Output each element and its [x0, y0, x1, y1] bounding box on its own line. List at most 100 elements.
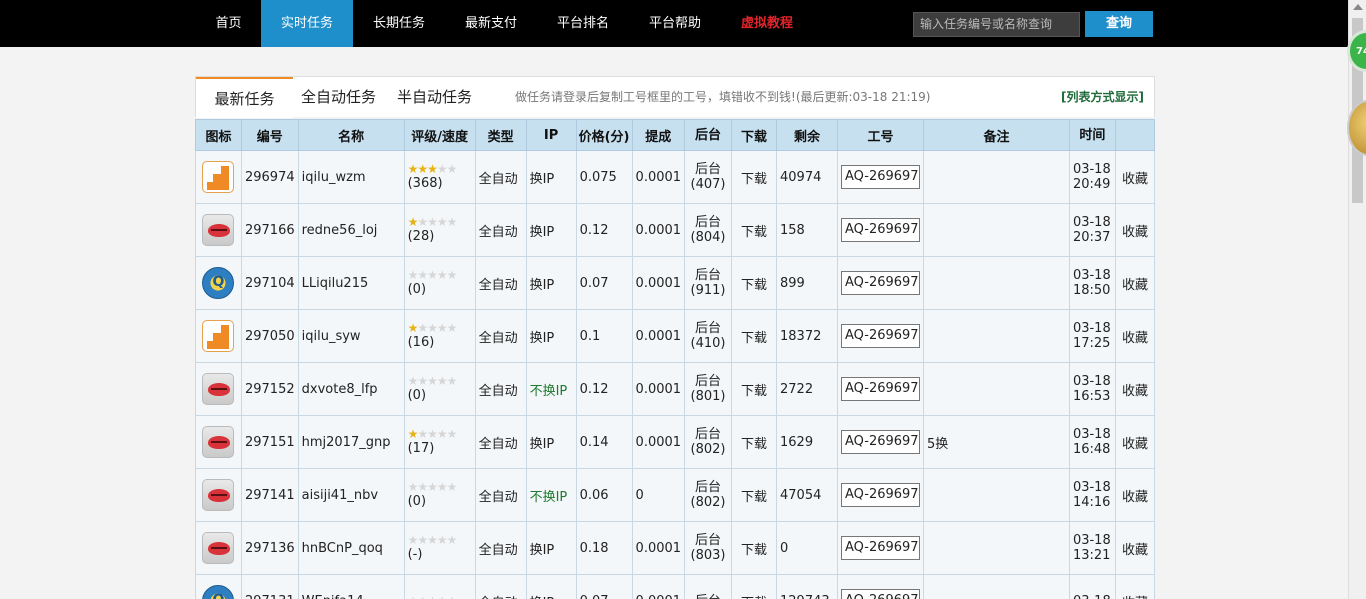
favorite-link[interactable]: 收藏	[1114, 256, 1156, 310]
nav-item-virtual-tutorial[interactable]: 虚拟教程	[721, 0, 813, 47]
backend-label[interactable]: 后台	[695, 594, 721, 599]
task-backend-link[interactable]: 后台 (802)	[684, 415, 733, 469]
task-icon-cell	[195, 415, 242, 469]
download-link[interactable]: 下载	[731, 574, 778, 599]
task-name[interactable]: redne56_loj	[297, 203, 405, 257]
backend-label[interactable]: 后台	[695, 533, 721, 548]
qh-app-icon	[202, 267, 235, 299]
favorite-link[interactable]: 收藏	[1114, 150, 1156, 204]
task-date: 03-18	[1072, 268, 1111, 283]
download-link[interactable]: 下载	[731, 309, 778, 363]
download-link[interactable]: 下载	[731, 362, 778, 416]
task-name[interactable]: WEnifa14	[297, 574, 405, 599]
backend-label[interactable]: 后台	[695, 268, 721, 283]
task-ip: 换IP	[525, 150, 577, 204]
star-rating: ★★★★★	[408, 534, 472, 547]
star-icon: ★	[417, 321, 428, 335]
task-icon-cell	[195, 521, 242, 575]
task-name[interactable]: dxvote8_lfp	[297, 362, 405, 416]
favorite-link[interactable]: 收藏	[1114, 309, 1156, 363]
favorite-link[interactable]: 收藏	[1114, 521, 1156, 575]
work-id-field[interactable]: AQ-269697	[841, 430, 920, 454]
task-backend-link[interactable]: 后台 (803)	[684, 521, 733, 575]
work-id-field[interactable]: AQ-269697	[841, 377, 920, 401]
nav-item-latest-payments[interactable]: 最新支付	[445, 0, 537, 47]
star-icon: ★	[408, 594, 419, 599]
task-name[interactable]: iqilu_syw	[297, 309, 405, 363]
task-date: 03-18	[1072, 427, 1111, 442]
task-ip: 换IP	[525, 415, 577, 469]
task-backend-link[interactable]: 后台 (801)	[684, 362, 733, 416]
task-backend-link[interactable]: 后台 (804)	[684, 203, 733, 257]
nav-item-realtime-tasks[interactable]: 实时任务	[261, 0, 353, 47]
task-date: 03-18	[1072, 374, 1111, 389]
task-rating: ★★★★★ (17)	[403, 415, 476, 469]
task-clock: 16:48	[1072, 442, 1111, 457]
task-name[interactable]: hnBCnP_qoq	[297, 521, 405, 575]
nav-item-home[interactable]: 首页	[196, 0, 261, 47]
search-input[interactable]: 输入任务编号或名称查询	[913, 12, 1080, 37]
task-name[interactable]: iqilu_wzm	[297, 150, 405, 204]
tab-latest-tasks[interactable]: 最新任务	[196, 77, 293, 118]
task-note	[923, 309, 1070, 363]
task-backend-link[interactable]: 后台 (802)	[684, 468, 733, 522]
scroll-up-arrow-icon[interactable]	[1353, 4, 1363, 10]
favorite-link[interactable]: 收藏	[1114, 203, 1156, 257]
list-view-toggle[interactable]: [列表方式显示]	[1061, 77, 1144, 117]
favorite-link[interactable]: 收藏	[1114, 574, 1156, 599]
backend-label[interactable]: 后台	[695, 427, 721, 442]
star-rating: ★★★★★	[408, 375, 472, 388]
download-link[interactable]: 下载	[731, 150, 778, 204]
task-name[interactable]: LLiqilu215	[297, 256, 405, 310]
download-link[interactable]: 下载	[731, 256, 778, 310]
task-clock: 13:21	[1072, 548, 1111, 563]
download-link[interactable]: 下载	[731, 468, 778, 522]
work-id-field[interactable]: AQ-269697	[841, 271, 920, 295]
star-icon: ★	[446, 427, 458, 441]
download-link[interactable]: 下载	[731, 203, 778, 257]
task-rating: ★★★★★ (368)	[403, 150, 476, 204]
star-icon: ★	[436, 268, 448, 282]
nav-item-platform-help[interactable]: 平台帮助	[629, 0, 721, 47]
search-button[interactable]: 查询	[1085, 11, 1153, 37]
task-remaining: 899	[776, 256, 838, 310]
task-type: 全自动	[474, 203, 527, 257]
work-id-field[interactable]: AQ-269697	[841, 589, 920, 599]
work-id-field[interactable]: AQ-269697	[841, 536, 920, 560]
task-date: 03-18	[1072, 162, 1111, 177]
work-id-field[interactable]: AQ-269697	[841, 218, 920, 242]
star-icon: ★	[436, 427, 448, 441]
task-time: 03-18 20:37	[1068, 203, 1116, 257]
nav-item-platform-ranking[interactable]: 平台排名	[537, 0, 629, 47]
backend-label[interactable]: 后台	[695, 480, 721, 495]
task-time: 03-18 16:53	[1068, 362, 1116, 416]
task-time: 03-18 20:49	[1068, 150, 1116, 204]
task-time: 03-18 18:50	[1068, 256, 1116, 310]
task-price: 0.12	[575, 203, 633, 257]
backend-label[interactable]: 后台	[695, 215, 721, 230]
task-backend-link[interactable]: 后台 (407)	[684, 150, 733, 204]
task-backend-link[interactable]: 后台 (911)	[684, 256, 733, 310]
work-id-field[interactable]: AQ-269697	[841, 324, 920, 348]
download-link[interactable]: 下载	[731, 521, 778, 575]
task-name[interactable]: hmj2017_gnp	[297, 415, 405, 469]
download-link[interactable]: 下载	[731, 415, 778, 469]
task-name[interactable]: aisiji41_nbv	[297, 468, 405, 522]
vertical-scrollbar[interactable]	[1348, 0, 1366, 599]
backend-label[interactable]: 后台	[695, 374, 721, 389]
task-backend-link[interactable]: 后台	[684, 574, 733, 599]
backend-label[interactable]: 后台	[695, 321, 721, 336]
star-icon: ★	[446, 321, 458, 335]
backend-number: (804)	[690, 230, 726, 245]
tab-fully-auto-tasks[interactable]: 全自动任务	[301, 77, 376, 118]
task-backend-link[interactable]: 后台 (410)	[684, 309, 733, 363]
backend-label[interactable]: 后台	[695, 162, 721, 177]
favorite-link[interactable]: 收藏	[1114, 468, 1156, 522]
favorite-link[interactable]: 收藏	[1114, 362, 1156, 416]
tab-semi-auto-tasks[interactable]: 半自动任务	[397, 77, 472, 118]
nav-item-longterm-tasks[interactable]: 长期任务	[353, 0, 445, 47]
favorite-link[interactable]: 收藏	[1114, 415, 1156, 469]
work-id-field[interactable]: AQ-269697	[841, 483, 920, 507]
work-id-field[interactable]: AQ-269697	[841, 165, 920, 189]
task-price: 0.14	[575, 415, 633, 469]
